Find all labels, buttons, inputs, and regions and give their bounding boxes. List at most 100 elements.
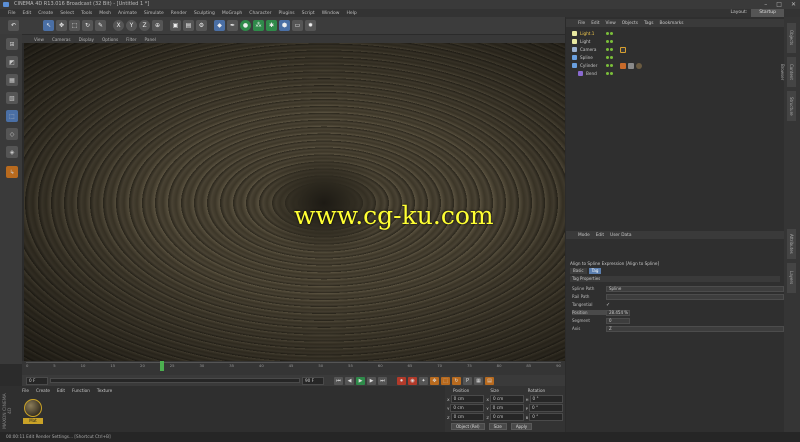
select-cursor-icon[interactable]: ↖: [43, 20, 54, 31]
end-frame-field[interactable]: 90 F: [302, 376, 324, 385]
segment-field[interactable]: 0: [606, 317, 630, 324]
menu-character[interactable]: Character: [249, 11, 271, 16]
side-tab-attributes[interactable]: Attributes: [787, 229, 796, 259]
viewport-menu-options[interactable]: Options: [102, 37, 118, 42]
model-mode-icon[interactable]: ◩: [6, 56, 18, 68]
align-to-spline-tag-icon[interactable]: [620, 47, 626, 53]
layout-dropdown[interactable]: Startup: [751, 9, 784, 17]
scale-icon[interactable]: ⬚: [69, 20, 80, 31]
position-field[interactable]: 28.454 %: [606, 309, 630, 316]
visibility-dots[interactable]: [606, 32, 613, 35]
uvw-tag-icon[interactable]: [628, 63, 634, 69]
attributes-menu-user-data[interactable]: User Data: [610, 233, 631, 238]
subdivision-nurbs-icon[interactable]: ●: [240, 20, 251, 31]
attributes-menu-mode[interactable]: Mode: [578, 233, 590, 238]
menu-mesh[interactable]: Mesh: [99, 11, 111, 16]
size-y-field[interactable]: 0 cm: [489, 404, 524, 412]
array-icon[interactable]: ⁂: [253, 20, 264, 31]
menu-simulate[interactable]: Simulate: [144, 11, 164, 16]
object-item-light[interactable]: Light: [572, 38, 632, 45]
play-icon[interactable]: ▶: [356, 376, 365, 385]
material-swatch[interactable]: [24, 399, 42, 417]
side-tab-objects[interactable]: Objects: [787, 23, 796, 53]
coordinate-system-icon[interactable]: ⊕: [152, 20, 163, 31]
step-back-icon[interactable]: ◀: [345, 376, 354, 385]
material-menu-texture[interactable]: Texture: [97, 388, 112, 393]
material-menu-function[interactable]: Function: [72, 388, 90, 393]
y-axis-lock-icon[interactable]: Y: [126, 20, 137, 31]
timeline-window-icon[interactable]: ▤: [485, 376, 494, 385]
recent-tools-icon[interactable]: ✎: [95, 20, 106, 31]
points-mode-icon[interactable]: ⬚: [6, 110, 18, 122]
visibility-dots[interactable]: [606, 72, 613, 75]
rotation-b-field[interactable]: 0 °: [529, 413, 563, 421]
maximize-button[interactable]: □: [776, 0, 782, 9]
position-key-icon[interactable]: ✥: [430, 376, 439, 385]
visibility-dots[interactable]: [606, 40, 613, 43]
timeline-playhead[interactable]: [159, 361, 164, 371]
cube-primitive-icon[interactable]: ◆: [214, 20, 225, 31]
objects-menu-view[interactable]: View: [606, 21, 616, 26]
phong-tag-icon[interactable]: [620, 63, 626, 69]
workplane-icon[interactable]: ▧: [6, 92, 18, 104]
material-menu-create[interactable]: Create: [36, 388, 50, 393]
autokey-icon[interactable]: ◉: [408, 376, 417, 385]
objects-menu-edit[interactable]: Edit: [591, 21, 599, 26]
attributes-menu-edit[interactable]: Edit: [596, 233, 604, 238]
visibility-dots[interactable]: [606, 48, 613, 51]
menu-script[interactable]: Script: [302, 11, 315, 16]
axis-dropdown[interactable]: Z: [606, 325, 784, 332]
size-x-field[interactable]: 0 cm: [489, 395, 524, 403]
viewport-menu-display[interactable]: Display: [79, 37, 94, 42]
go-to-start-icon[interactable]: ⏮: [334, 376, 343, 385]
make-editable-icon[interactable]: ⊞: [6, 38, 18, 50]
size-mode-dropdown[interactable]: Size: [488, 423, 507, 430]
objects-menu-tags[interactable]: Tags: [644, 21, 654, 26]
material-name[interactable]: Mat: [23, 418, 43, 424]
menu-mograph[interactable]: MoGraph: [222, 11, 242, 16]
scale-key-icon[interactable]: ⬚: [441, 376, 450, 385]
viewport-menu-filter[interactable]: Filter: [126, 37, 136, 42]
minimize-button[interactable]: –: [764, 0, 767, 9]
position-x-field[interactable]: 0 cm: [450, 395, 485, 403]
position-y-field[interactable]: 0 cm: [450, 404, 485, 412]
tab-tag[interactable]: Tag: [588, 268, 602, 274]
objects-menu-file[interactable]: File: [578, 21, 585, 26]
menu-file[interactable]: File: [8, 11, 16, 16]
objects-menu-objects[interactable]: Objects: [622, 21, 638, 26]
z-axis-lock-icon[interactable]: Z: [139, 20, 150, 31]
menu-help[interactable]: Help: [346, 11, 356, 16]
light-icon[interactable]: ✹: [305, 20, 316, 31]
deformer-icon[interactable]: ✱: [266, 20, 277, 31]
side-tab-content-browser[interactable]: Content Browser: [780, 57, 796, 87]
render-view-icon[interactable]: ▣: [170, 20, 181, 31]
menu-plugins[interactable]: Plugins: [279, 11, 295, 16]
objects-menu-bookmarks[interactable]: Bookmarks: [659, 21, 683, 26]
spline-path-link[interactable]: Spline: [606, 285, 784, 292]
apply-button[interactable]: Apply: [510, 423, 533, 430]
axis-mode-icon[interactable]: ↳: [6, 166, 18, 178]
menu-tools[interactable]: Tools: [81, 11, 92, 16]
viewport-menu-panel[interactable]: Panel: [145, 37, 156, 42]
menu-select[interactable]: Select: [60, 11, 74, 16]
visibility-dots[interactable]: [606, 64, 613, 67]
3d-viewport[interactable]: www.cg-ku.com: [24, 43, 565, 361]
camera-icon[interactable]: ▭: [292, 20, 303, 31]
object-item-light-1[interactable]: Light.1: [572, 30, 632, 37]
material-menu-file[interactable]: File: [22, 388, 29, 393]
rotation-h-field[interactable]: 0 °: [529, 395, 563, 403]
menu-sculpting[interactable]: Sculpting: [194, 11, 215, 16]
menu-window[interactable]: Window: [322, 11, 340, 16]
size-z-field[interactable]: 0 cm: [489, 413, 524, 421]
move-icon[interactable]: ✥: [56, 20, 67, 31]
parameter-key-icon[interactable]: P: [463, 376, 472, 385]
side-tab-structure[interactable]: Structure: [787, 91, 796, 121]
menu-edit[interactable]: Edit: [23, 11, 32, 16]
spline-pen-icon[interactable]: ✒: [227, 20, 238, 31]
rotation-key-icon[interactable]: ↻: [452, 376, 461, 385]
menu-render[interactable]: Render: [171, 11, 187, 16]
polygons-mode-icon[interactable]: ◈: [6, 146, 18, 158]
scene-object-icon[interactable]: ⬢: [279, 20, 290, 31]
record-keyframe-icon[interactable]: ⏺: [397, 376, 406, 385]
texture-mode-icon[interactable]: ▦: [6, 74, 18, 86]
